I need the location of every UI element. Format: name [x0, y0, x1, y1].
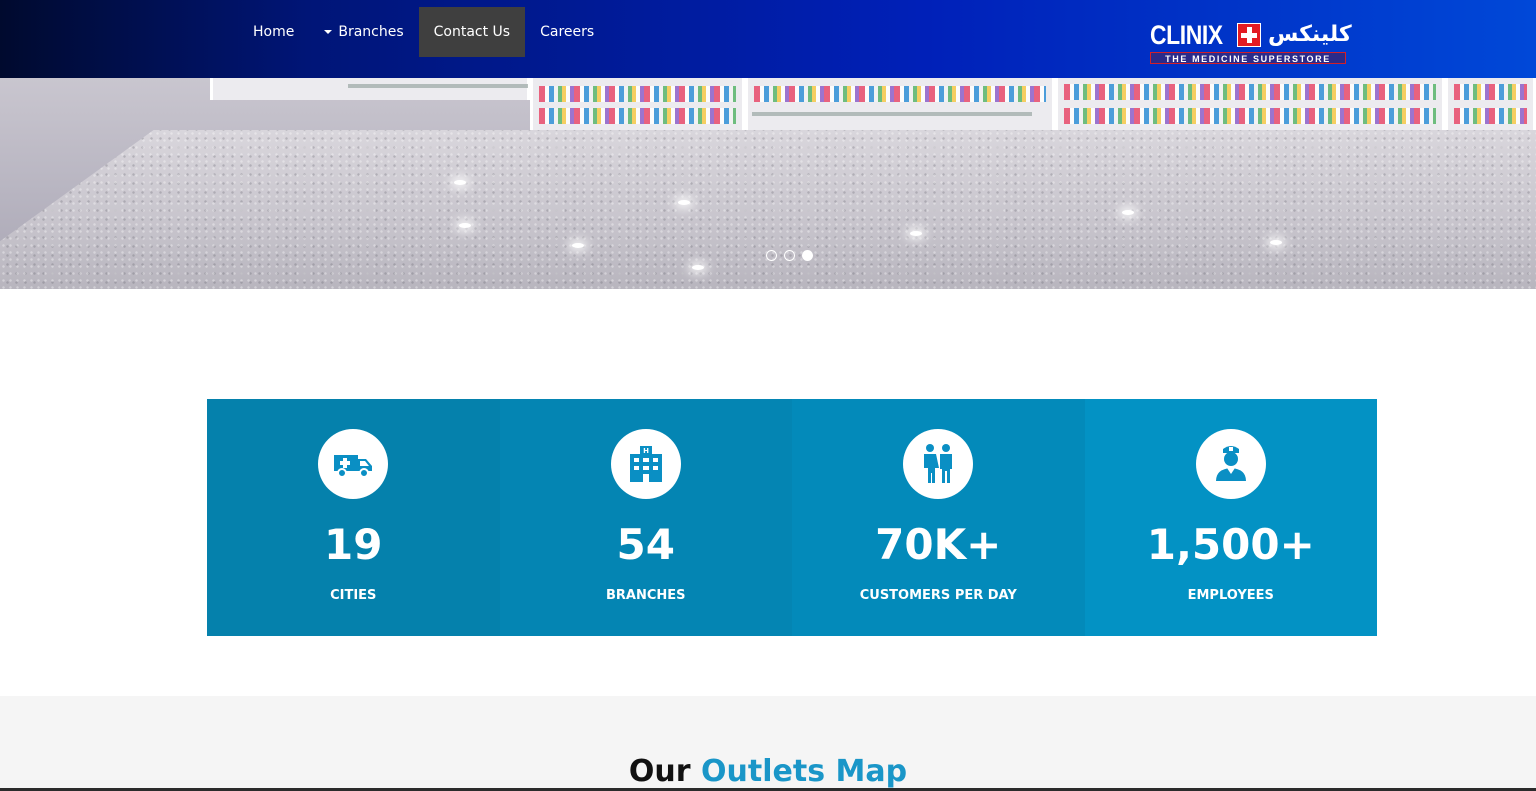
ambulance-icon — [334, 455, 372, 478]
stat-value: 70K+ — [875, 520, 1002, 569]
stat-label: BRANCHES — [605, 588, 686, 603]
stat-value: 19 — [324, 520, 383, 569]
hero-carousel — [0, 78, 1536, 289]
logo-urdu-wordmark: کلینکس — [1268, 22, 1352, 47]
hospital-building-icon: H — [629, 446, 662, 482]
nav-item-contact-us[interactable]: Contact Us — [418, 7, 526, 57]
heading-prefix: Our — [628, 754, 691, 789]
stat-cities: 19 CITIES — [207, 399, 500, 636]
stats-section: 19 CITIES H 54 BRANCHES 70K+ CUSTOMERS P… — [207, 399, 1377, 636]
stat-label: CITIES — [330, 588, 377, 603]
granite-counter — [0, 130, 1536, 289]
nav-item-branches[interactable]: Branches — [309, 7, 418, 57]
logo-tagline: THE MEDICINE SUPERSTORE — [1150, 52, 1346, 64]
nurse-icon — [1215, 446, 1246, 481]
main-nav: Home Branches Contact Us Careers — [238, 7, 609, 57]
nav-item-label: Contact Us — [433, 24, 511, 40]
svg-text:H: H — [643, 447, 649, 455]
stat-icon-circle — [1195, 429, 1266, 499]
nav-item-label: Careers — [540, 24, 595, 40]
outlets-map-heading: Our Outlets Map — [0, 752, 1536, 791]
stat-employees: 1,500+ EMPLOYEES — [1084, 399, 1377, 636]
logo-wordmark: CLINIX — [1150, 20, 1223, 50]
stat-icon-circle — [903, 429, 973, 499]
stat-label: EMPLOYEES — [1187, 588, 1274, 603]
carousel-dot-1[interactable] — [766, 250, 777, 261]
caret-down-icon — [324, 30, 333, 34]
stat-value: 1,500+ — [1146, 520, 1315, 569]
heading-accent: Outlets Map — [701, 754, 908, 789]
carousel-dot-3[interactable] — [802, 250, 813, 261]
nav-item-label: Branches — [338, 24, 404, 40]
carousel-indicators — [766, 250, 813, 261]
stat-branches: H 54 BRANCHES — [499, 399, 792, 636]
stat-customers: 70K+ CUSTOMERS PER DAY — [792, 399, 1085, 636]
page: Home Branches Contact Us Careers CLINIX … — [0, 0, 1536, 791]
site-header: Home Branches Contact Us Careers CLINIX … — [0, 0, 1536, 78]
carousel-dot-2[interactable] — [784, 250, 795, 261]
nav-item-careers[interactable]: Careers — [525, 7, 609, 57]
stat-value: 54 — [616, 520, 675, 569]
medical-cross-icon — [1237, 23, 1261, 47]
stat-icon-circle: H — [610, 429, 681, 499]
outlets-map-section: Our Outlets Map — [0, 696, 1536, 791]
stat-icon-circle — [318, 429, 388, 499]
nav-item-label: Home — [253, 24, 295, 40]
people-couple-icon — [924, 444, 952, 483]
stat-label: CUSTOMERS PER DAY — [859, 588, 1017, 603]
nav-item-home[interactable]: Home — [238, 7, 309, 57]
clinix-logo[interactable]: CLINIX کلینکس THE MEDICINE SUPERSTORE — [1150, 19, 1352, 65]
